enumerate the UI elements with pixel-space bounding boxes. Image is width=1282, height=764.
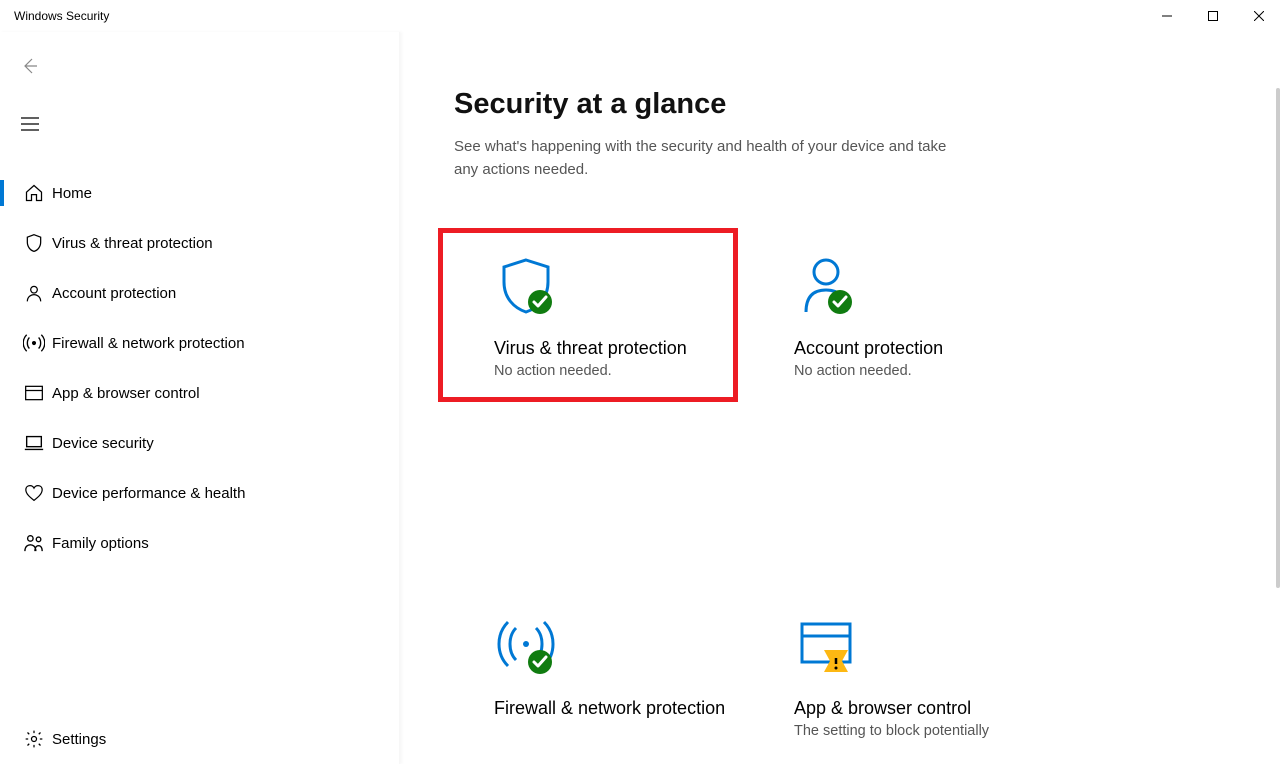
sidebar-item-label: Device performance & health — [52, 485, 245, 502]
sidebar: Home Virus & threat protection Account p… — [0, 32, 400, 764]
broadcast-icon — [494, 610, 558, 690]
person-icon — [16, 283, 52, 303]
sidebar-item-label: Device security — [52, 435, 154, 452]
browser-icon — [794, 610, 858, 690]
scrollbar[interactable] — [1276, 88, 1280, 588]
card-account-protection[interactable]: Account protection No action needed. — [754, 230, 1054, 590]
card-title: Virus & threat protection — [494, 338, 687, 359]
menu-button[interactable] — [10, 104, 50, 144]
card-title: Firewall & network protection — [494, 698, 725, 719]
gear-icon — [16, 729, 52, 749]
broadcast-icon — [16, 333, 52, 353]
sidebar-item-label: Firewall & network protection — [52, 335, 245, 352]
minimize-button[interactable] — [1144, 0, 1190, 32]
sidebar-item-device[interactable]: Device security — [0, 418, 399, 468]
card-title: App & browser control — [794, 698, 971, 719]
card-subtitle: No action needed. — [494, 363, 612, 379]
sidebar-item-appbrowser[interactable]: App & browser control — [0, 368, 399, 418]
heart-icon — [16, 484, 52, 502]
sidebar-item-account[interactable]: Account protection — [0, 268, 399, 318]
maximize-button[interactable] — [1190, 0, 1236, 32]
card-subtitle: The setting to block potentially — [794, 723, 989, 739]
card-firewall-network[interactable]: Firewall & network protection — [454, 590, 754, 764]
sidebar-item-label: Account protection — [52, 285, 176, 302]
sidebar-item-label: App & browser control — [52, 385, 200, 402]
sidebar-item-label: Virus & threat protection — [52, 235, 213, 252]
sidebar-item-label: Family options — [52, 535, 149, 552]
shield-icon — [494, 250, 558, 330]
content-area: Security at a glance See what's happenin… — [400, 32, 1282, 764]
laptop-icon — [16, 434, 52, 452]
card-virus-threat[interactable]: Virus & threat protection No action need… — [454, 230, 754, 590]
back-button[interactable] — [10, 46, 50, 86]
sidebar-item-label: Settings — [52, 731, 106, 748]
home-icon — [16, 183, 52, 203]
card-app-browser[interactable]: App & browser control The setting to blo… — [754, 590, 1054, 764]
card-title: Account protection — [794, 338, 943, 359]
sidebar-item-firewall[interactable]: Firewall & network protection — [0, 318, 399, 368]
sidebar-item-label: Home — [52, 185, 92, 202]
sidebar-item-virus[interactable]: Virus & threat protection — [0, 218, 399, 268]
window-title: Windows Security — [14, 9, 109, 23]
sidebar-item-home[interactable]: Home — [0, 168, 399, 218]
page-title: Security at a glance — [454, 88, 1282, 121]
page-subtitle: See what's happening with the security a… — [454, 135, 954, 182]
close-button[interactable] — [1236, 0, 1282, 32]
sidebar-item-family[interactable]: Family options — [0, 518, 399, 568]
titlebar: Windows Security — [0, 0, 1282, 32]
family-icon — [16, 533, 52, 553]
person-icon — [794, 250, 858, 330]
shield-icon — [16, 233, 52, 253]
card-subtitle: No action needed. — [794, 363, 912, 379]
browser-icon — [16, 384, 52, 402]
sidebar-item-performance[interactable]: Device performance & health — [0, 468, 399, 518]
sidebar-item-settings[interactable]: Settings — [0, 714, 399, 764]
